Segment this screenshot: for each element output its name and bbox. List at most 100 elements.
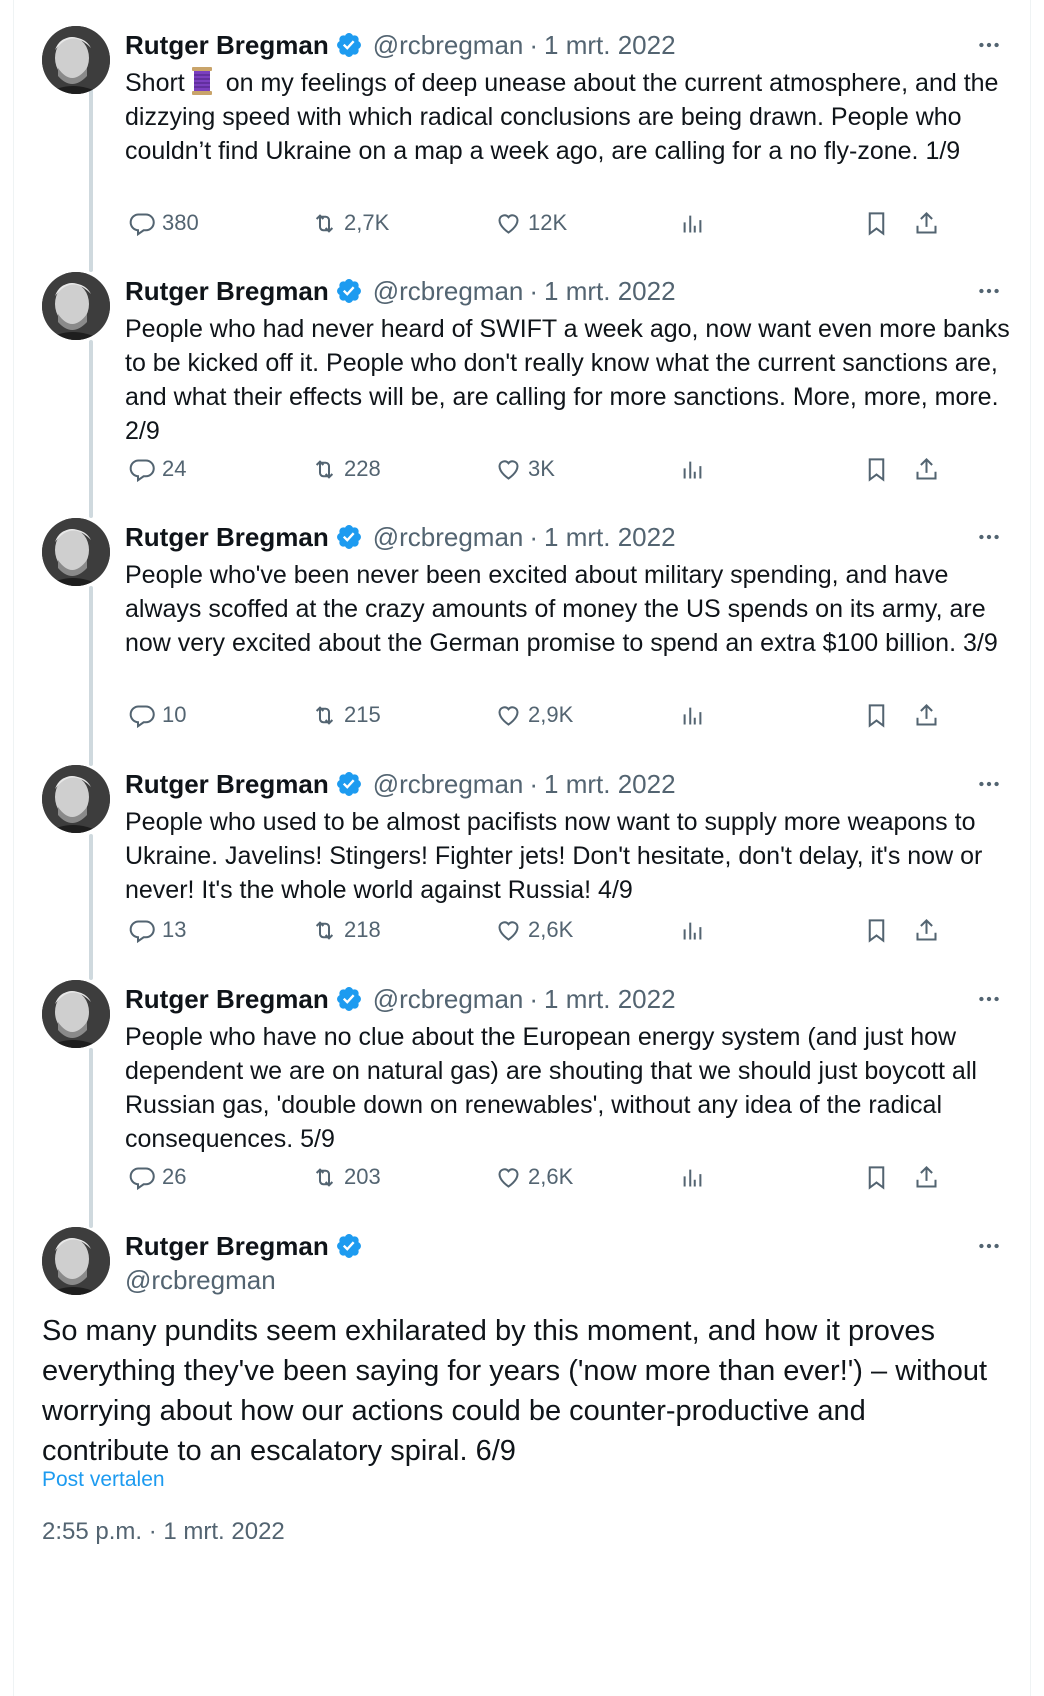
thread-tweet[interactable]: Rutger Bregman @rcbregman · 1 mrt. 2022 … [14,272,1032,502]
bar-chart-icon [683,215,702,232]
author-name[interactable]: Rutger Bregman [125,769,329,800]
thread-tweet[interactable]: Rutger Bregman @rcbregman · 1 mrt. 2022 … [14,518,1032,748]
like-count: 2,9K [528,702,574,727]
share-icon [916,918,937,941]
bookmark-icon [868,1165,885,1190]
more-options-button[interactable] [974,276,1004,306]
more-horizontal-icon [979,996,999,1002]
heart-icon [498,1167,519,1188]
tweet-actions: 380 2,7K 12K [125,206,1020,240]
avatar[interactable] [42,1227,110,1295]
heart-icon [498,705,519,726]
reply-button[interactable]: 26 [129,1160,186,1194]
bar-chart-icon [683,707,702,724]
tweet-date[interactable]: 1 mrt. 2022 [544,276,676,307]
tweet-actions: 26 203 2,6K [125,1160,1020,1194]
more-options-button[interactable] [974,1231,1004,1261]
like-button[interactable]: 3K [495,452,555,486]
tweet-date[interactable]: 1 mrt. 2022 [544,522,676,553]
reply-count: 380 [162,210,199,235]
reply-icon [129,458,155,482]
bookmark-button[interactable] [863,913,890,947]
bookmark-button[interactable] [863,452,890,486]
views-button[interactable] [679,698,706,732]
separator-dot: · [529,29,539,60]
more-options-button[interactable] [974,769,1004,799]
tweet-actions: 24 228 3K [125,452,1020,486]
tweet-text: People who used to be almost pacifists n… [125,808,983,904]
bookmark-button[interactable] [863,698,890,732]
avatar[interactable] [42,26,110,94]
author-name[interactable]: Rutger Bregman [125,276,329,307]
tweet-timestamp[interactable]: 2:55 p.m. · 1 mrt. 2022 [42,1518,285,1546]
reply-count: 26 [162,1164,187,1189]
like-button[interactable]: 12K [495,206,567,240]
like-count: 2,6K [528,1164,574,1189]
tweet-date[interactable]: 1 mrt. 2022 [544,984,676,1015]
bookmark-icon [868,457,885,482]
share-icon [916,1165,937,1188]
reply-count: 24 [162,456,187,481]
bookmark-button[interactable] [863,1160,890,1194]
views-button[interactable] [679,1160,706,1194]
tweet-date[interactable]: 1 mrt. 2022 [544,769,676,800]
thread-tweet[interactable]: Rutger Bregman @rcbregman · 1 mrt. 2022 … [14,980,1032,1210]
author-handle[interactable]: @rcbregman [373,30,524,61]
author-name[interactable]: Rutger Bregman [125,30,329,61]
reply-button[interactable]: 24 [129,452,186,486]
avatar[interactable] [42,272,110,340]
more-options-button[interactable] [974,30,1004,60]
thread-tweet[interactable]: Rutger Bregman @rcbregman · 1 mrt. 2022 … [14,765,1032,965]
tweet-text: People who've been never been excited ab… [125,561,998,657]
like-button[interactable]: 2,6K [495,1160,573,1194]
share-icon [916,703,937,726]
author-handle[interactable]: @rcbregman [373,984,524,1015]
author-name[interactable]: Rutger Bregman [125,984,329,1015]
author-handle[interactable]: @rcbregman [125,1265,276,1296]
author-name[interactable]: Rutger Bregman [125,522,329,553]
verified-badge-icon [335,770,363,798]
reply-icon [129,919,155,943]
avatar[interactable] [42,980,110,1048]
share-button[interactable] [913,206,940,240]
tweet-text-body: on my feelings of deep unease about the … [125,69,999,165]
reply-button[interactable]: 10 [129,698,186,732]
bar-chart-icon [683,1169,702,1186]
author-handle[interactable]: @rcbregman [373,276,524,307]
reply-button[interactable]: 380 [129,206,199,240]
retweet-button[interactable]: 203 [311,1160,381,1194]
more-options-button[interactable] [974,522,1004,552]
author-handle[interactable]: @rcbregman [373,769,524,800]
tweet-date[interactable]: 1 mrt. 2022 [544,30,676,61]
author-handle[interactable]: @rcbregman [373,522,524,553]
share-button[interactable] [913,698,940,732]
avatar[interactable] [42,518,110,586]
author-name[interactable]: Rutger Bregman [125,1231,329,1262]
thread-spool-emoji [188,66,216,96]
share-button[interactable] [913,1160,940,1194]
retweet-button[interactable]: 2,7K [311,206,389,240]
views-button[interactable] [679,206,706,240]
retweet-button[interactable]: 215 [311,698,381,732]
verified-badge-icon [335,277,363,305]
translate-post-link[interactable]: Post vertalen [42,1468,165,1492]
thread-tweet[interactable]: Rutger Bregman @rcbregman · 1 mrt. 2022 … [14,26,1032,256]
retweet-button[interactable]: 228 [311,452,381,486]
reply-button[interactable]: 13 [129,913,186,947]
like-button[interactable]: 2,6K [495,913,573,947]
like-button[interactable]: 2,9K [495,698,573,732]
bookmark-button[interactable] [863,206,890,240]
retweet-button[interactable]: 218 [311,913,381,947]
more-options-button[interactable] [974,984,1004,1014]
like-count: 3K [528,456,555,481]
views-button[interactable] [679,913,706,947]
like-count: 12K [528,210,568,235]
views-button[interactable] [679,452,706,486]
share-button[interactable] [913,913,940,947]
avatar[interactable] [42,765,110,833]
verified-badge-icon [335,1232,363,1260]
verified-badge-icon [335,31,363,59]
tweet-text: Short on my feelings of deep unease abou… [125,66,1020,168]
share-button[interactable] [913,452,940,486]
retweet-icon [315,459,334,479]
